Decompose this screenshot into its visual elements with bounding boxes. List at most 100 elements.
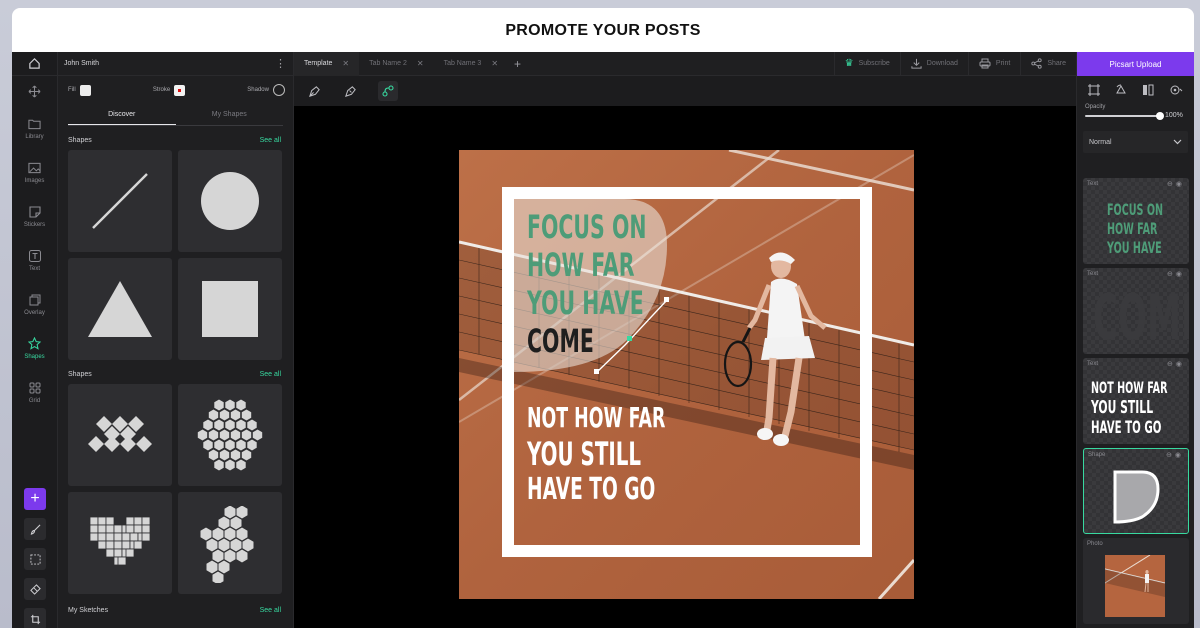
add-button[interactable]: + bbox=[24, 488, 46, 510]
sidebar-item-label: Grid bbox=[28, 397, 41, 404]
close-icon[interactable]: ✕ bbox=[417, 59, 424, 68]
crop-frame-icon[interactable] bbox=[1088, 84, 1101, 96]
brush-icon bbox=[30, 524, 40, 535]
home-button[interactable] bbox=[12, 52, 57, 76]
shape-triangle[interactable] bbox=[68, 258, 172, 360]
share-button[interactable]: Share bbox=[1020, 52, 1076, 76]
more-options-icon[interactable]: ⋮ bbox=[275, 57, 286, 70]
layer-preview-line: YOU STILL bbox=[1091, 397, 1154, 418]
see-all-link[interactable]: See all bbox=[260, 607, 281, 614]
layer-preview-line: HOW FAR bbox=[1107, 219, 1158, 238]
download-button[interactable]: Download bbox=[899, 52, 968, 76]
quote-line: YOU HAVE bbox=[527, 284, 644, 322]
node-edit-icon[interactable] bbox=[378, 81, 398, 101]
line-shape-icon bbox=[92, 173, 148, 229]
sidebar-item-label: Overlay bbox=[24, 309, 45, 316]
layer-photo[interactable]: Photo bbox=[1083, 538, 1189, 624]
see-all-link[interactable]: See all bbox=[260, 137, 281, 144]
layer-preview-line: HAVE TO GO bbox=[1091, 418, 1162, 438]
crop-icon bbox=[30, 614, 40, 624]
sidebar-item-library[interactable]: Library bbox=[12, 106, 57, 150]
tab-my-shapes[interactable]: My Shapes bbox=[176, 104, 284, 125]
shape-properties: Fill Stroke Shadow bbox=[58, 76, 293, 104]
opacity-slider-knob[interactable] bbox=[1156, 111, 1164, 120]
promo-banner: PROMOTE YOUR POSTS bbox=[12, 8, 1194, 54]
layer-text-focus[interactable]: Text ⊖◉ FOCUS ON HOW FAR YOU HAVE bbox=[1083, 178, 1189, 264]
hex-cluster-icon bbox=[199, 504, 255, 583]
layer-text-not-how-far[interactable]: Text ⊖◉ NOT HOW FAR YOU STILL HAVE TO GO bbox=[1083, 358, 1189, 444]
pen-edit-icon[interactable] bbox=[342, 83, 358, 99]
lock-eye-icon[interactable]: ⊖◉ bbox=[1167, 360, 1185, 368]
document-tabs: Template ✕ Tab Name 2 ✕ Tab Name 3 ✕ + ♛… bbox=[294, 52, 1076, 76]
flip-icon[interactable] bbox=[1142, 84, 1154, 96]
tab-label: Tab Name 3 bbox=[443, 60, 482, 67]
see-all-link[interactable]: See all bbox=[260, 371, 281, 378]
shape-circle[interactable] bbox=[178, 150, 282, 252]
shape-hexagons[interactable] bbox=[178, 384, 282, 486]
triangle-shape-icon bbox=[88, 281, 152, 337]
opacity-slider[interactable] bbox=[1085, 111, 1164, 120]
diamonds-pattern-icon bbox=[88, 416, 152, 452]
rotate-icon[interactable] bbox=[1115, 84, 1127, 96]
crop-tool[interactable] bbox=[24, 608, 46, 628]
section-header: My Sketches See all bbox=[58, 602, 293, 618]
sidebar-item-grid[interactable]: Grid bbox=[12, 370, 57, 414]
layer-preview-line: COME bbox=[1093, 281, 1189, 354]
layer-shape[interactable]: Shape ⊖◉ bbox=[1083, 448, 1189, 534]
photo-thumbnail bbox=[1105, 555, 1165, 617]
shape-diamonds[interactable] bbox=[68, 384, 172, 486]
close-icon[interactable]: ✕ bbox=[342, 59, 349, 68]
crown-icon: ♛ bbox=[844, 58, 854, 69]
eraser-tool[interactable] bbox=[24, 578, 46, 600]
layer-text-come[interactable]: Text ⊖◉ COME bbox=[1083, 268, 1189, 354]
section-title: My Sketches bbox=[68, 606, 109, 614]
shape-pixel-heart[interactable] bbox=[68, 492, 172, 594]
banner-title: PROMOTE YOUR POSTS bbox=[505, 22, 701, 39]
sticker-icon bbox=[28, 205, 42, 219]
chevron-down-icon bbox=[1173, 139, 1182, 145]
subscribe-button[interactable]: ♛ Subscribe bbox=[833, 52, 900, 76]
sidebar-item-overlay[interactable]: Overlay bbox=[12, 282, 57, 326]
sidebar-item-text[interactable]: Text bbox=[12, 238, 57, 282]
lock-eye-icon[interactable]: ⊖◉ bbox=[1167, 180, 1185, 188]
sidebar-item-stickers[interactable]: Stickers bbox=[12, 194, 57, 238]
shape-line[interactable] bbox=[68, 150, 172, 252]
tab-template[interactable]: Template ✕ bbox=[294, 52, 360, 76]
fill-control[interactable]: Fill bbox=[68, 84, 91, 96]
new-tab-button[interactable]: + bbox=[508, 57, 527, 71]
quote-top-text[interactable]: FOCUS ON HOW FAR YOU HAVE COME bbox=[527, 208, 687, 360]
lock-eye-icon[interactable]: ⊖◉ bbox=[1167, 270, 1185, 278]
layer-preview: FOCUS ON HOW FAR YOU HAVE bbox=[1107, 200, 1189, 257]
shadow-icon[interactable] bbox=[272, 84, 285, 96]
effects-icon[interactable] bbox=[1169, 84, 1183, 96]
canvas-area[interactable]: FOCUS ON HOW FAR YOU HAVE COME NOT HOW F… bbox=[294, 106, 1076, 628]
folder-icon bbox=[28, 117, 42, 131]
print-button[interactable]: Print bbox=[967, 52, 1020, 76]
quote-line: HAVE TO GO bbox=[527, 472, 656, 507]
opacity-control: 100% bbox=[1077, 110, 1194, 120]
shape-tabs: Discover My Shapes bbox=[68, 104, 283, 126]
tab-discover[interactable]: Discover bbox=[68, 104, 176, 125]
stroke-swatch[interactable] bbox=[174, 84, 186, 96]
shape-square[interactable] bbox=[178, 258, 282, 360]
tab-name-3[interactable]: Tab Name 3 ✕ bbox=[434, 52, 508, 76]
close-icon[interactable]: ✕ bbox=[491, 59, 498, 68]
sidebar-item-shapes[interactable]: Shapes bbox=[12, 326, 57, 370]
design-artboard[interactable]: FOCUS ON HOW FAR YOU HAVE COME NOT HOW F… bbox=[459, 150, 914, 599]
fill-swatch[interactable] bbox=[79, 84, 91, 96]
move-tool[interactable] bbox=[12, 76, 57, 106]
lock-eye-icon[interactable]: ⊖◉ bbox=[1166, 451, 1184, 459]
sidebar-item-images[interactable]: Images bbox=[12, 150, 57, 194]
shadow-control[interactable]: Shadow bbox=[247, 84, 285, 96]
quote-bottom-text[interactable]: NOT HOW FAR YOU STILL HAVE TO GO bbox=[527, 400, 697, 508]
brush-tool[interactable] bbox=[24, 518, 46, 540]
rail-tools: + bbox=[12, 488, 58, 628]
picsart-upload-button[interactable]: Picsart Upload bbox=[1077, 52, 1194, 76]
stroke-control[interactable]: Stroke bbox=[153, 84, 186, 96]
section-title: Shapes bbox=[68, 136, 92, 144]
select-tool[interactable] bbox=[24, 548, 46, 570]
pen-tool-icon[interactable] bbox=[306, 83, 322, 99]
blend-mode-select[interactable]: Normal bbox=[1083, 131, 1188, 153]
tab-name-2[interactable]: Tab Name 2 ✕ bbox=[359, 52, 433, 76]
shape-hex-cluster[interactable] bbox=[178, 492, 282, 594]
